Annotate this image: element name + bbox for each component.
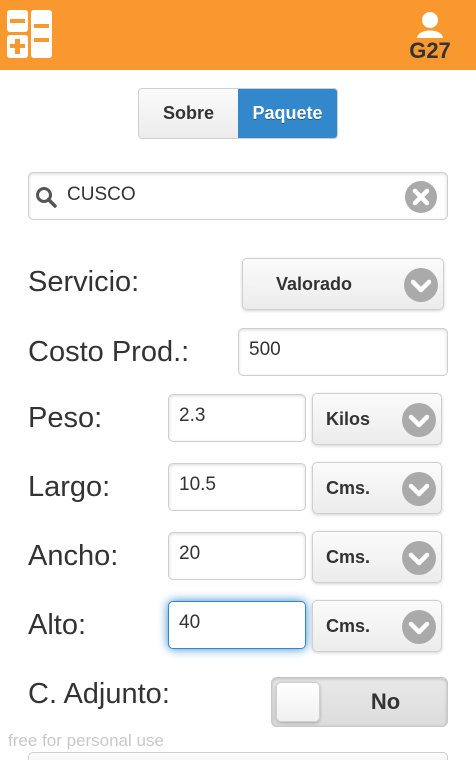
costo-label: Costo Prod.: bbox=[28, 336, 190, 368]
peso-input[interactable]: 2.3 bbox=[168, 394, 306, 442]
segment-paquete[interactable]: Paquete bbox=[238, 89, 337, 138]
servicio-value: Valorado bbox=[275, 273, 353, 294]
servicio-select[interactable]: Valorado bbox=[242, 258, 444, 310]
chevron-down-icon bbox=[402, 472, 436, 506]
chevron-down-icon bbox=[402, 403, 436, 437]
largo-label: Largo: bbox=[28, 471, 111, 503]
user-menu[interactable]: G27 bbox=[406, 10, 454, 66]
toggle-handle[interactable] bbox=[276, 682, 320, 722]
shipment-type-toggle: Sobre Paquete bbox=[138, 88, 338, 139]
search-icon bbox=[35, 186, 57, 208]
alto-unit-select[interactable]: Cms. bbox=[312, 600, 442, 652]
ancho-input[interactable]: 20 bbox=[168, 532, 306, 580]
chevron-down-icon bbox=[402, 541, 436, 575]
adjunto-toggle[interactable]: No bbox=[271, 677, 448, 727]
peso-label: Peso: bbox=[28, 402, 103, 434]
ancho-unit: Cms. bbox=[325, 546, 370, 567]
peso-unit: Kilos bbox=[325, 408, 370, 429]
header-bar: G27 bbox=[0, 0, 476, 70]
watermark: free for personal use bbox=[8, 731, 164, 750]
largo-input[interactable]: 10.5 bbox=[168, 463, 306, 511]
chevron-down-icon bbox=[402, 610, 436, 644]
alto-label: Alto: bbox=[28, 609, 87, 641]
alto-unit: Cms. bbox=[325, 615, 370, 636]
largo-unit: Cms. bbox=[325, 477, 370, 498]
search-input[interactable]: CUSCO bbox=[67, 184, 136, 206]
adjunto-value: No bbox=[370, 689, 401, 714]
next-field[interactable] bbox=[28, 752, 448, 760]
peso-unit-select[interactable]: Kilos bbox=[312, 393, 442, 445]
largo-unit-select[interactable]: Cms. bbox=[312, 462, 442, 514]
user-label: G27 bbox=[409, 38, 451, 63]
segment-sobre[interactable]: Sobre bbox=[139, 89, 238, 138]
ancho-label: Ancho: bbox=[28, 540, 119, 572]
chevron-down-icon bbox=[404, 268, 438, 302]
ancho-unit-select[interactable]: Cms. bbox=[312, 531, 442, 583]
user-icon bbox=[415, 10, 445, 40]
alto-input[interactable]: 40 bbox=[168, 601, 306, 649]
costo-input[interactable]: 500 bbox=[238, 328, 448, 376]
destination-search[interactable]: CUSCO bbox=[28, 172, 448, 220]
calculator-icon[interactable] bbox=[7, 10, 53, 58]
servicio-label: Servicio: bbox=[28, 266, 140, 298]
adjunto-label: C. Adjunto: bbox=[28, 678, 170, 710]
clear-icon[interactable] bbox=[405, 181, 437, 213]
